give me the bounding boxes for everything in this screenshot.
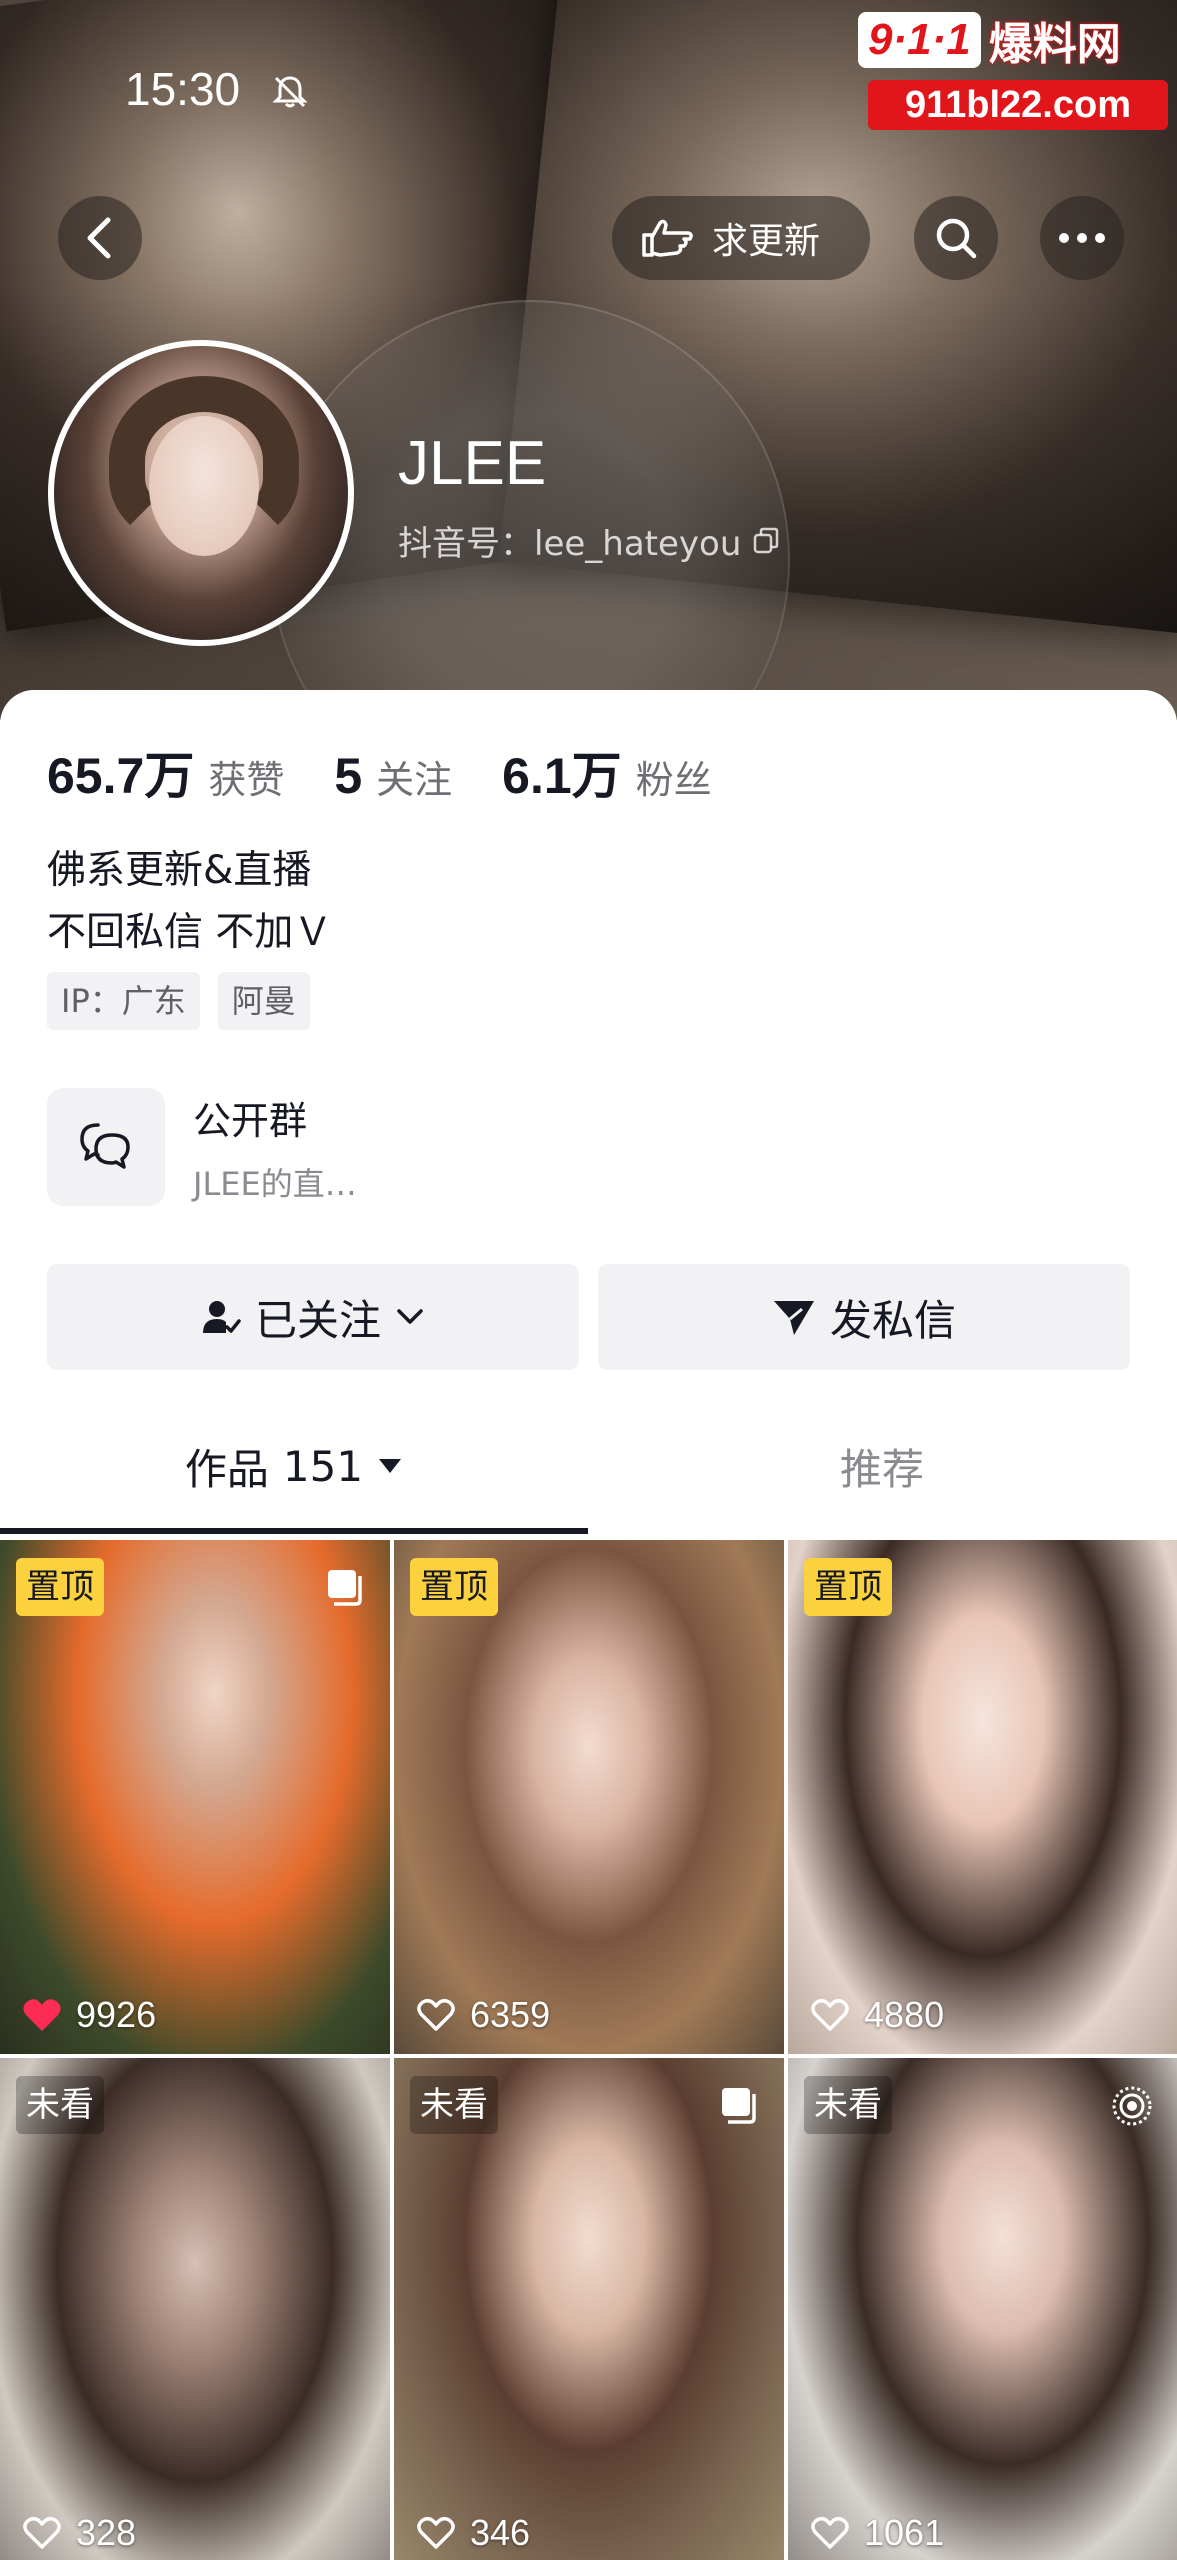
pinned-badge: 置顶 bbox=[16, 1558, 104, 1616]
tab-recommend-label: 推荐 bbox=[839, 1444, 924, 1494]
video-thumbnail[interactable]: 未看 328 bbox=[0, 2058, 390, 2560]
stat-likes: 65.7万 获赞 bbox=[47, 748, 285, 804]
stat-followers[interactable]: 6.1万 粉丝 bbox=[502, 736, 712, 808]
request-update-label: 求更新 bbox=[712, 221, 821, 262]
user-check-icon bbox=[201, 1297, 241, 1337]
heart-outline-icon bbox=[811, 2516, 849, 2549]
bell-off-icon bbox=[272, 76, 308, 108]
multi-photo-icon bbox=[328, 1570, 362, 1606]
copy-icon[interactable] bbox=[751, 526, 781, 556]
works-grid: 置顶 9926 置顶 6359 置顶 4880 未看 328 未看 346 未看… bbox=[0, 1540, 1177, 2560]
heart-outline-icon bbox=[811, 1998, 849, 2031]
video-thumbnail[interactable]: 置顶 4880 bbox=[788, 1540, 1177, 2054]
more-button[interactable] bbox=[1040, 196, 1124, 280]
profile-stats: 65.7万 获赞 5 关注 6.1万 粉丝 bbox=[47, 736, 762, 808]
more-dots-icon bbox=[1059, 233, 1105, 243]
live-photo-icon bbox=[1112, 2086, 1152, 2126]
like-count: 6359 bbox=[416, 1994, 550, 2036]
unseen-badge: 未看 bbox=[16, 2076, 104, 2134]
site-watermark: 9·1·1 爆料网 911bl22.com bbox=[858, 10, 1168, 130]
like-count: 346 bbox=[416, 2512, 530, 2554]
status-time: 15:30 bbox=[125, 63, 241, 115]
pinned-badge: 置顶 bbox=[804, 1558, 892, 1616]
pinned-badge: 置顶 bbox=[410, 1558, 498, 1616]
request-update-button[interactable]: 求更新 bbox=[612, 196, 870, 280]
paper-plane-icon bbox=[772, 1297, 816, 1337]
caret-down-icon bbox=[379, 1459, 402, 1473]
group-subtitle: JLEE的直… bbox=[193, 1164, 357, 1203]
video-thumbnail[interactable]: 置顶 6359 bbox=[394, 1540, 784, 2054]
watermark-name: 爆料网 bbox=[988, 19, 1121, 70]
ip-location-tag: IP：广东 bbox=[47, 972, 200, 1030]
chat-bubbles-icon bbox=[47, 1088, 165, 1206]
watermark-url: 911bl22.com bbox=[868, 80, 1168, 130]
following-button[interactable]: 已关注 bbox=[47, 1264, 579, 1370]
tab-works-label: 作品 bbox=[184, 1444, 269, 1494]
like-count: 9926 bbox=[22, 1994, 156, 2036]
heart-filled-icon bbox=[23, 1999, 61, 2031]
like-count: 328 bbox=[22, 2512, 136, 2554]
active-tab-indicator bbox=[0, 1528, 588, 1534]
search-icon bbox=[936, 218, 977, 259]
watermark-logo: 9·1·1 bbox=[858, 12, 981, 68]
tab-recommend[interactable]: 推荐 bbox=[588, 1400, 1176, 1532]
unseen-badge: 未看 bbox=[804, 2076, 892, 2134]
profile-name: JLEE bbox=[398, 429, 547, 498]
tab-works[interactable]: 作品 151 bbox=[0, 1400, 588, 1532]
send-message-label: 发私信 bbox=[829, 1295, 956, 1345]
bio-line: 佛系更新&直播 bbox=[47, 848, 312, 893]
works-count: 151 bbox=[282, 1441, 364, 1491]
like-count: 1061 bbox=[810, 2512, 944, 2554]
back-button[interactable] bbox=[58, 196, 142, 280]
like-count: 4880 bbox=[810, 1994, 944, 2036]
video-thumbnail[interactable]: 置顶 9926 bbox=[0, 1540, 390, 2054]
video-thumbnail[interactable]: 未看 346 bbox=[394, 2058, 784, 2560]
unseen-badge: 未看 bbox=[410, 2076, 498, 2134]
heart-outline-icon bbox=[417, 2516, 455, 2549]
douyin-id-text: 抖音号：lee_hateyou bbox=[398, 524, 742, 564]
chevron-down-icon bbox=[395, 1307, 425, 1327]
profile-bio: 佛系更新&直播 不回私信 不加Ｖ bbox=[47, 840, 332, 964]
chevron-left-icon bbox=[87, 217, 111, 259]
send-message-button[interactable]: 发私信 bbox=[598, 1264, 1130, 1370]
multi-photo-icon bbox=[722, 2088, 756, 2124]
public-group-entry[interactable]: 公开群 JLEE的直… bbox=[47, 1088, 357, 1206]
pointing-hand-icon bbox=[642, 219, 693, 257]
region-tag[interactable]: 阿曼 bbox=[217, 972, 310, 1030]
heart-outline-icon bbox=[417, 1998, 455, 2031]
group-title: 公开群 bbox=[193, 1098, 308, 1143]
bio-line: 不回私信 不加Ｖ bbox=[47, 910, 333, 955]
heart-outline-icon bbox=[23, 2516, 61, 2549]
douyin-id[interactable]: 抖音号：lee_hateyou bbox=[398, 516, 781, 565]
profile-tags: IP：广东 阿曼 bbox=[47, 972, 328, 1030]
avatar[interactable] bbox=[48, 340, 354, 646]
video-thumbnail[interactable]: 未看 1061 bbox=[788, 2058, 1177, 2560]
content-tabs: 作品 151 推荐 bbox=[0, 1400, 1177, 1532]
following-label: 已关注 bbox=[254, 1295, 381, 1345]
search-button[interactable] bbox=[914, 196, 998, 280]
stat-following[interactable]: 5 关注 bbox=[334, 747, 452, 805]
